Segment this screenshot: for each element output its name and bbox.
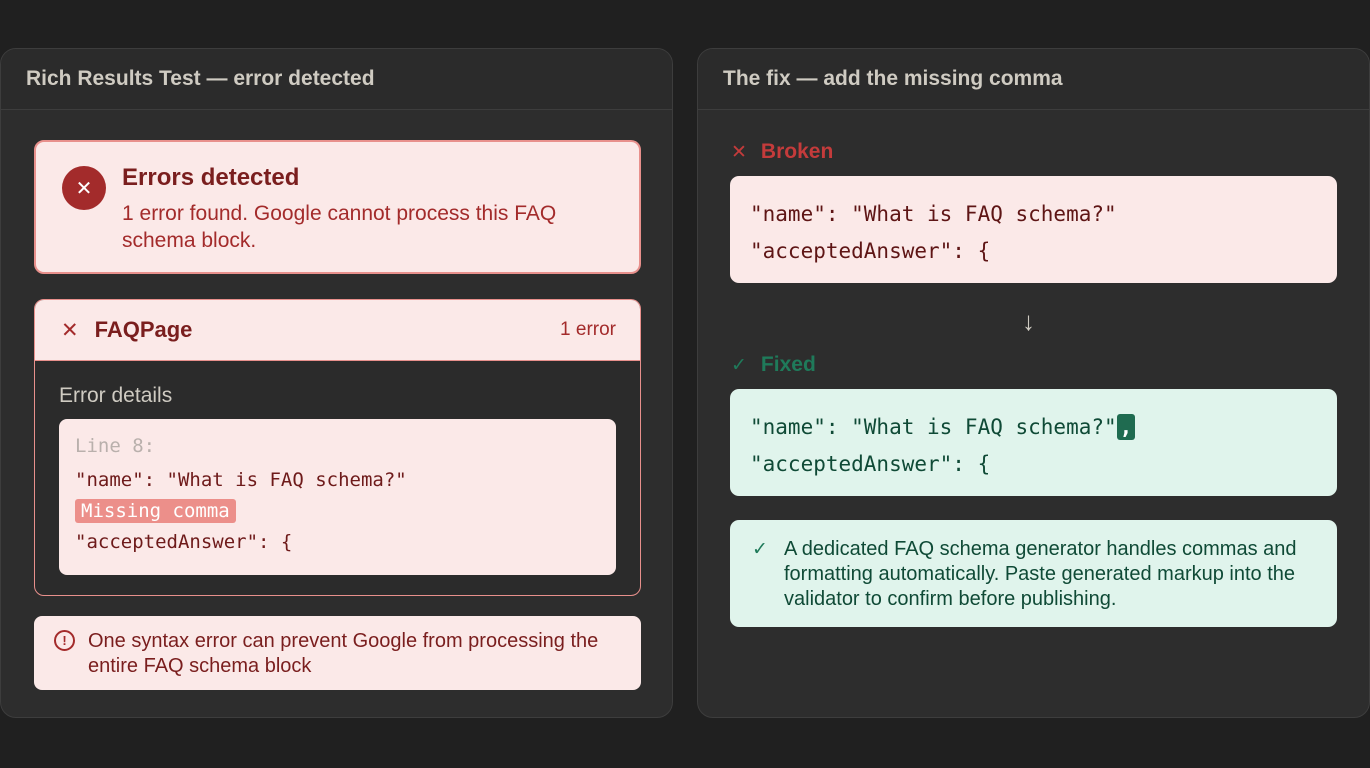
rich-results-panel-title: Rich Results Test — error detected [1,49,672,110]
fixed-code-line-accepted-answer: "acceptedAnswer": { [750,452,991,476]
check-icon: ✓ [752,539,768,560]
banner-title: Errors detected [122,164,300,191]
faqpage-error-card: ✕ FAQPage 1 error Error details Line 8: … [34,299,641,596]
fix-panel: The fix — add the missing comma ✕ Broken… [697,48,1370,718]
added-comma-highlight: , [1116,414,1136,440]
code-line-name: "name": "What is FAQ schema?" [75,469,407,491]
syntax-warning-text: One syntax error can prevent Google from… [88,630,599,677]
arrow-down-icon: ↓ [1022,306,1035,336]
line-number-label: Line 8: [75,435,156,457]
fix-panel-title: The fix — add the missing comma [698,49,1369,110]
faqpage-card-header[interactable]: ✕ FAQPage 1 error [35,300,640,361]
code-line-accepted-answer: "acceptedAnswer": { [75,531,293,553]
errors-detected-banner: ✕ Errors detected 1 error found. Google … [34,140,641,274]
rich-results-panel: Rich Results Test — error detected ✕ Err… [0,48,673,718]
x-circle-icon: ✕ [62,166,106,210]
fixed-label-row: ✓ Fixed [731,353,816,377]
generator-tip-text: A dedicated FAQ schema generator handles… [784,538,1297,610]
broken-label-row: ✕ Broken [731,140,833,164]
fixed-label: Fixed [760,353,816,376]
error-details-label: Error details [59,384,173,407]
faqpage-type-name: FAQPage [94,317,193,342]
fixed-code-line-name-text: "name": "What is FAQ schema?" [750,415,1117,439]
error-count-badge: 1 error [560,319,616,340]
banner-description: 1 error found. Google cannot process thi… [122,202,557,252]
syntax-warning-note: ! One syntax error can prevent Google fr… [34,616,641,690]
broken-code-block: "name": "What is FAQ schema?" "acceptedA… [730,176,1337,283]
info-circle-icon: ! [54,630,75,651]
generator-tip: ✓ A dedicated FAQ schema generator handl… [730,520,1337,627]
broken-code-line-accepted-answer: "acceptedAnswer": { [750,239,991,263]
broken-label: Broken [760,140,834,163]
close-icon: ✕ [731,141,747,163]
missing-comma-badge: Missing comma [75,499,236,523]
fixed-code-line-name: "name": "What is FAQ schema?", [750,409,1317,446]
fixed-code-block: "name": "What is FAQ schema?", "accepted… [730,389,1337,496]
close-icon: ✕ [61,318,79,342]
check-icon: ✓ [731,354,747,376]
broken-code-line-name: "name": "What is FAQ schema?" [750,202,1117,226]
error-code-snippet: Line 8: "name": "What is FAQ schema?" Mi… [59,419,616,575]
